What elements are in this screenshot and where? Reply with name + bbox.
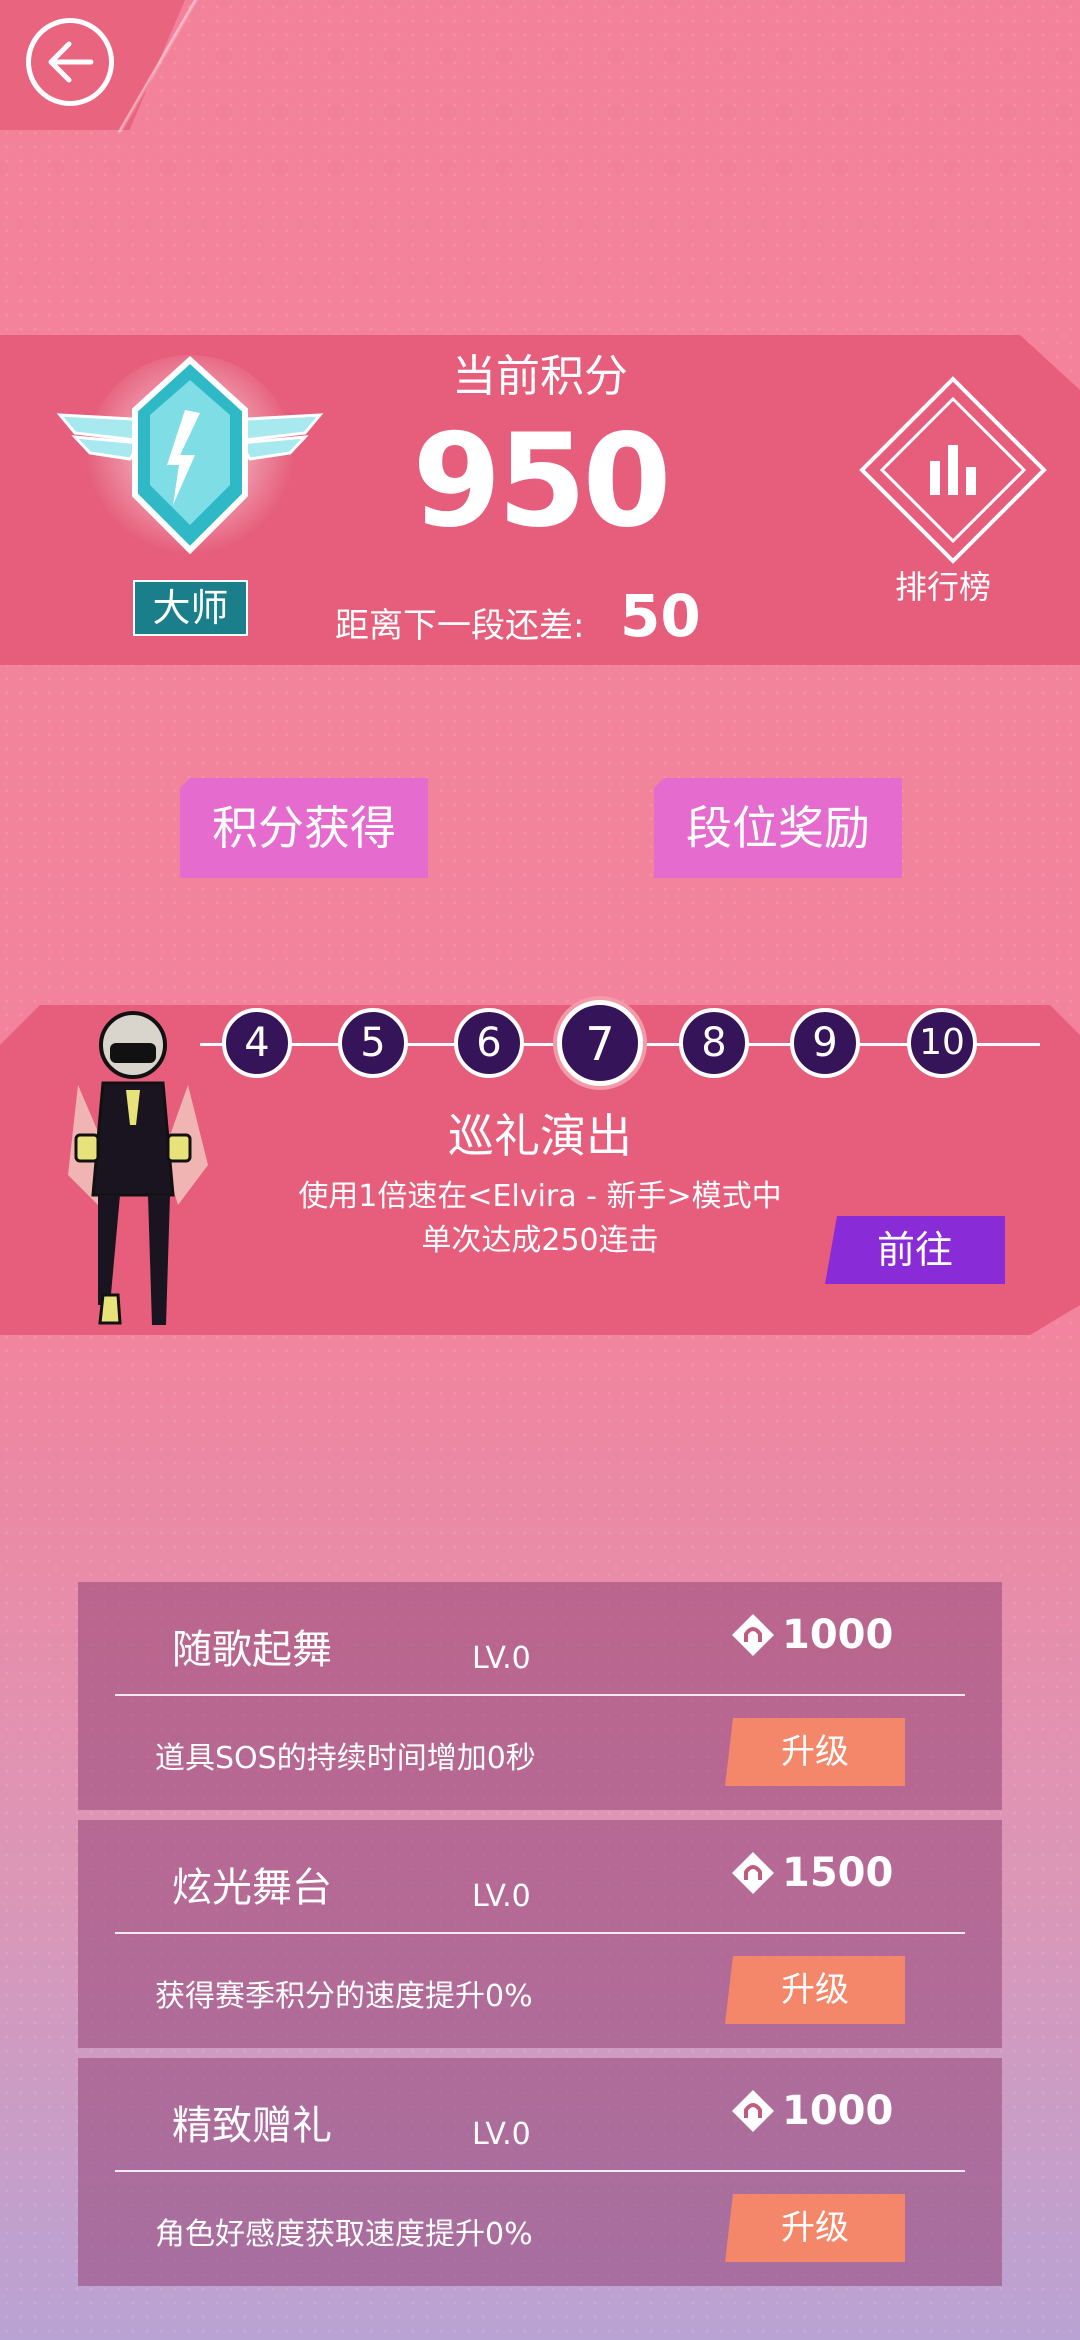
upgrade-divider bbox=[115, 1932, 965, 1934]
task-description: 使用1倍速在<Elvira - 新手>模式中 单次达成250连击 bbox=[200, 1175, 880, 1263]
task-desc-line1: 使用1倍速在<Elvira - 新手>模式中 bbox=[298, 1179, 782, 1214]
upgrade-cost-value: 1000 bbox=[782, 1612, 894, 1658]
upgrade-button[interactable]: 升级 bbox=[725, 2194, 905, 2262]
upgrade-name: 炫光舞台 bbox=[172, 1865, 332, 1911]
upgrade-description: 获得赛季积分的速度提升0% bbox=[155, 1979, 533, 2014]
upgrade-description: 道具SOS的持续时间增加0秒 bbox=[155, 1741, 536, 1776]
currency-icon bbox=[732, 2090, 774, 2132]
upgrade-divider bbox=[115, 1694, 965, 1696]
step-4[interactable]: 4 bbox=[222, 1008, 292, 1078]
go-button[interactable]: 前往 bbox=[825, 1216, 1005, 1284]
master-rank-badge-icon bbox=[56, 355, 324, 565]
task-desc-line2: 单次达成250连击 bbox=[421, 1223, 659, 1258]
rank-reward-button[interactable]: 段位奖励 bbox=[654, 778, 902, 878]
upgrade-button[interactable]: 升级 bbox=[725, 1718, 905, 1786]
next-rank-label: 距离下一段还差: bbox=[335, 606, 585, 646]
step-10[interactable]: 10 bbox=[907, 1008, 977, 1078]
upgrade-cost: 1000 bbox=[730, 1612, 893, 1658]
rank-tag: 大师 bbox=[133, 580, 248, 636]
upgrade-description: 角色好感度获取速度提升0% bbox=[155, 2217, 533, 2252]
upgrade-name: 随歌起舞 bbox=[172, 1627, 332, 1673]
task-title: 巡礼演出 bbox=[448, 1109, 632, 1163]
step-7-current[interactable]: 7 bbox=[557, 1000, 643, 1086]
currency-icon bbox=[732, 1852, 774, 1894]
points-earn-button[interactable]: 积分获得 bbox=[180, 778, 428, 878]
step-9[interactable]: 9 bbox=[790, 1008, 860, 1078]
upgrade-divider bbox=[115, 2170, 965, 2172]
next-rank-value: 50 bbox=[620, 582, 701, 650]
step-5[interactable]: 5 bbox=[338, 1008, 408, 1078]
upgrade-level: LV.0 bbox=[472, 1879, 531, 1914]
character-avatar bbox=[68, 1011, 208, 1325]
upgrade-cost-value: 1000 bbox=[782, 2088, 894, 2134]
score-value: 950 bbox=[412, 407, 671, 556]
step-8[interactable]: 8 bbox=[679, 1008, 749, 1078]
leaderboard-icon[interactable] bbox=[858, 375, 1048, 565]
upgrade-cost: 1500 bbox=[730, 1850, 893, 1896]
currency-icon bbox=[732, 1614, 774, 1656]
upgrade-cost-value: 1500 bbox=[782, 1850, 894, 1896]
back-button[interactable] bbox=[26, 18, 114, 106]
upgrade-button[interactable]: 升级 bbox=[725, 1956, 905, 2024]
upgrade-name: 精致赠礼 bbox=[172, 2103, 332, 2149]
upgrade-cost: 1000 bbox=[730, 2088, 893, 2134]
arrow-left-icon bbox=[48, 41, 94, 83]
upgrade-level: LV.0 bbox=[472, 1641, 531, 1676]
leaderboard-label: 排行榜 bbox=[895, 568, 992, 606]
step-6[interactable]: 6 bbox=[454, 1008, 524, 1078]
score-title: 当前积分 bbox=[452, 351, 628, 402]
upgrade-level: LV.0 bbox=[472, 2117, 531, 2152]
